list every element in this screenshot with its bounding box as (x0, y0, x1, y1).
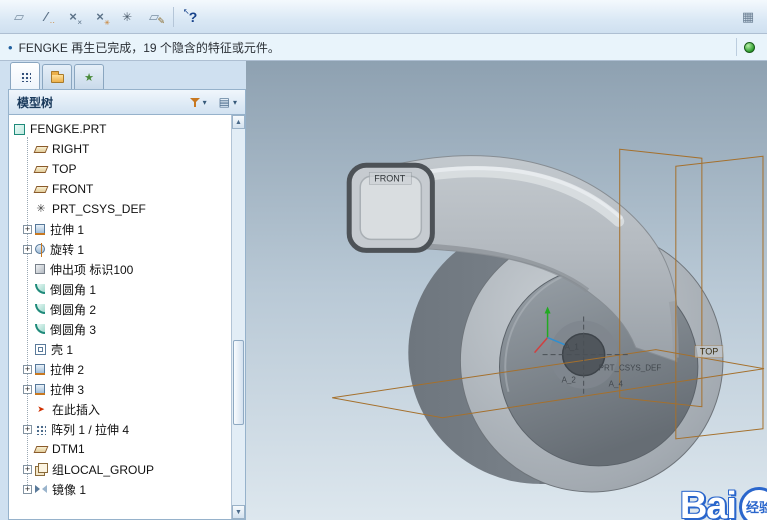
top-toolbar (0, 0, 767, 34)
tree-item-round-2[interactable]: 倒圆角 2 (9, 299, 231, 319)
expand-icon[interactable]: + (23, 364, 32, 374)
expand-icon[interactable]: + (23, 384, 32, 394)
watermark-badge: 经验 (739, 486, 767, 520)
expand-icon[interactable]: + (23, 244, 32, 254)
tree-item-csys[interactable]: PRT_CSYS_DEF (9, 199, 231, 219)
axis-a4-tag[interactable]: A_4 (609, 380, 624, 389)
context-help-button[interactable] (180, 5, 206, 29)
navigator-tabs (8, 61, 246, 89)
tree-item-mirror[interactable]: + 镜像 1 (9, 479, 231, 499)
watermark: Bai 经验 (680, 485, 767, 520)
axis-a2-tag[interactable]: A_2 (562, 376, 577, 385)
panel-title: 模型树 (17, 95, 54, 110)
message-bar: • FENGKE 再生已完成，19 个隐含的特征或元件。 (0, 34, 767, 61)
scroll-up-icon[interactable] (232, 115, 245, 129)
toolbar-separator (173, 6, 174, 27)
list-icon (219, 95, 230, 109)
model-tree-tab[interactable] (10, 62, 40, 89)
app-window: • FENGKE 再生已完成，19 个隐含的特征或元件。 模型树 (0, 0, 767, 520)
datum-plane-icon (33, 145, 49, 153)
insert-here-icon (35, 403, 47, 415)
toolbar-overflow-button[interactable] (735, 5, 761, 29)
tree-item-round-1[interactable]: 倒圆角 1 (9, 279, 231, 299)
extrude-icon (35, 384, 45, 395)
datum-csys-button[interactable] (114, 5, 140, 29)
protrusion-icon (35, 264, 45, 274)
extrude-icon (35, 224, 45, 235)
3d-viewport[interactable]: FRONT TOP PRT_CSYS_DEF A_1 A_2 A_4 (246, 61, 767, 520)
tree-item-revolve-1[interactable]: + 旋转 1 (9, 239, 231, 259)
message-bullet: • (8, 39, 13, 55)
chevron-down-icon: ▾ (202, 97, 207, 107)
tree-item-group[interactable]: + 组LOCAL_GROUP (9, 459, 231, 479)
regeneration-message: FENGKE 再生已完成，19 个隐含的特征或元件。 (18, 40, 280, 55)
expand-icon[interactable]: + (23, 484, 32, 494)
datum-point-button[interactable] (60, 5, 86, 29)
favorites-tab[interactable] (74, 64, 104, 89)
scrollbar-thumb[interactable] (233, 340, 244, 425)
csys-tag[interactable]: PRT_CSYS_DEF (599, 364, 662, 373)
folder-browser-tab[interactable] (42, 64, 72, 89)
tree-item-extrude-3[interactable]: + 拉伸 3 (9, 379, 231, 399)
chevron-down-icon: ▾ (232, 97, 237, 107)
graphics-area[interactable]: FRONT TOP PRT_CSYS_DEF A_1 A_2 A_4 Bai 经… (246, 61, 767, 520)
pattern-icon (35, 423, 46, 435)
tree-item-top[interactable]: TOP (9, 159, 231, 179)
revolve-icon (35, 243, 45, 257)
csys-icon (35, 203, 47, 215)
tree-item-right[interactable]: RIGHT (9, 139, 231, 159)
tree-item-round-3[interactable]: 倒圆角 3 (9, 319, 231, 339)
watermark-text: Bai (679, 485, 737, 520)
model-tree-header: 模型树 ▾ ▾ (8, 89, 246, 115)
axis-a1-tag[interactable]: A_1 (565, 343, 580, 352)
round-icon (35, 304, 45, 314)
tree-item-front[interactable]: FRONT (9, 179, 231, 199)
tree-scrollbar[interactable] (231, 115, 245, 519)
tree-filter-button[interactable]: ▾ (186, 94, 211, 111)
tree-item-insert-here[interactable]: 在此插入 (9, 399, 231, 419)
model-tree: FENGKE.PRT RIGHT TOP FRONT ✳ PRT_CSYS_DE… (8, 115, 246, 520)
expand-icon[interactable]: + (23, 424, 32, 434)
tree-settings-button[interactable]: ▾ (215, 92, 241, 112)
group-icon (35, 463, 48, 476)
tree-item-extrude-1[interactable]: + 拉伸 1 (9, 219, 231, 239)
model-tree-icon (19, 70, 31, 82)
front-datum-tag[interactable]: FRONT (374, 173, 405, 183)
tree-item-pattern[interactable]: + 阵列 1 / 拉伸 4 (9, 419, 231, 439)
sketch-button[interactable] (141, 5, 167, 29)
expand-icon[interactable]: + (23, 464, 32, 474)
part-icon (14, 123, 25, 135)
scroll-down-icon[interactable] (232, 505, 245, 519)
tree-item-dtm1[interactable]: DTM1 (9, 439, 231, 459)
datum-point-alt-button[interactable] (87, 5, 113, 29)
star-icon (84, 70, 94, 84)
tree-item-extrude-2[interactable]: + 拉伸 2 (9, 359, 231, 379)
extrude-icon (35, 364, 45, 375)
mirror-icon (35, 483, 47, 495)
top-datum-tag[interactable]: TOP (700, 347, 718, 357)
datum-plane-icon (33, 445, 49, 453)
tree-item-shell[interactable]: 壳 1 (9, 339, 231, 359)
shell-icon (35, 343, 46, 355)
datum-plane-icon (33, 165, 49, 173)
folder-icon (50, 71, 64, 83)
regen-status-icon[interactable] (744, 41, 755, 53)
round-icon (35, 324, 45, 334)
round-icon (35, 284, 45, 294)
message-bar-separator (736, 38, 737, 56)
datum-axis-button[interactable] (33, 5, 59, 29)
datum-plane-button[interactable] (6, 5, 32, 29)
filter-icon (189, 97, 200, 108)
tree-item-part[interactable]: FENGKE.PRT (9, 119, 231, 139)
navigator-panel: 模型树 ▾ ▾ FENGKE.PRT (0, 61, 246, 520)
tree-item-protrusion[interactable]: 伸出项 标识100 (9, 259, 231, 279)
datum-plane-icon (33, 185, 49, 193)
expand-icon[interactable]: + (23, 224, 32, 234)
